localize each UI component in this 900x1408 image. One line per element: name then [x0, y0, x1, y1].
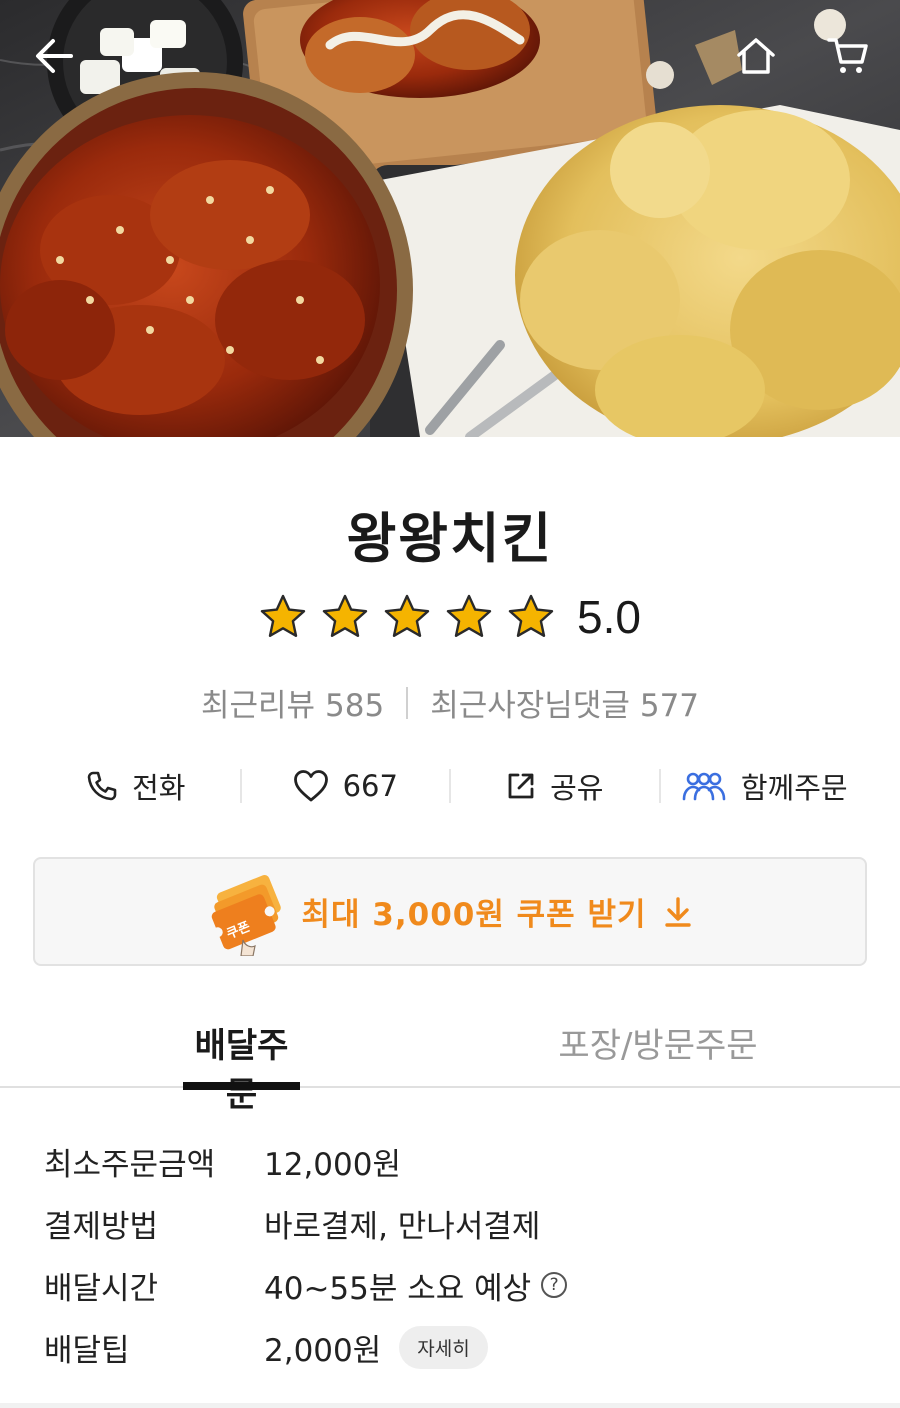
star-icon — [508, 594, 554, 637]
star-icon — [384, 594, 430, 637]
share-button[interactable]: 공유 — [451, 765, 659, 807]
store-name: 왕왕치킨 — [346, 507, 554, 570]
delivery-time-value: 40~55분 소요 예상 — [264, 1270, 532, 1307]
coupon-label: 최대 3,000원 쿠폰 받기 — [301, 897, 647, 933]
coupon-tickets-icon: 쿠폰 — [212, 874, 282, 956]
recent-reviews-link[interactable]: 최근리뷰 585 — [201, 680, 384, 725]
phone-icon — [87, 771, 117, 801]
download-arrow-icon — [664, 896, 691, 927]
arrow-left-icon — [36, 39, 73, 73]
section-divider — [0, 1403, 900, 1408]
recent-reviews-count: 585 — [325, 688, 385, 724]
home-button[interactable] — [726, 26, 786, 86]
delivery-time-label: 배달시간 — [44, 1270, 159, 1307]
rating-row: 5.0 — [0, 590, 900, 644]
star-icon — [322, 594, 368, 637]
question-circle-icon[interactable]: ? — [541, 1272, 568, 1298]
coupon-banner-button[interactable]: 쿠폰 최대 3,000원 쿠폰 받기 — [33, 857, 867, 966]
delivery-time-row: 배달시간 40~55분 소요 예상 ? — [44, 1254, 864, 1316]
min-order-label: 최소주문금액 — [44, 1146, 216, 1183]
tab-pickup-label: 포장/방문주문 — [558, 1026, 758, 1066]
delivery-tip-label: 배달팁 — [44, 1332, 130, 1369]
store-actions: 전화 667 공유 함께주문 — [32, 756, 868, 816]
cart-icon — [827, 38, 868, 73]
owner-replies-link[interactable]: 최근사장님댓글 577 — [430, 680, 699, 725]
heart-icon — [293, 770, 328, 802]
payment-row: 결제방법 바로결제, 만나서결제 — [44, 1192, 864, 1254]
tab-pickup[interactable]: 포장/방문주문 — [558, 1018, 758, 1088]
tab-delivery[interactable]: 배달주문 — [183, 1018, 300, 1115]
delivery-time-value-wrap: 40~55분 소요 예상 ? — [264, 1263, 568, 1308]
active-tab-indicator — [183, 1082, 300, 1090]
min-order-value: 12,000원 — [264, 1146, 401, 1183]
share-icon — [508, 773, 534, 799]
rating-score: 5.0 — [577, 591, 641, 643]
back-button[interactable] — [24, 26, 84, 86]
divider — [406, 686, 409, 719]
delivery-tip-value: 2,000원 — [264, 1332, 382, 1369]
recent-reviews-label: 최근리뷰 — [200, 688, 316, 724]
order-type-tabs: 배달주문 포장/방문주문 — [0, 1010, 900, 1115]
call-label: 전화 — [132, 771, 186, 805]
tab-delivery-label: 배달주문 — [194, 1026, 289, 1115]
star-icon — [446, 594, 492, 637]
star-icon — [260, 594, 306, 637]
owner-replies-label: 최근사장님댓글 — [430, 688, 630, 724]
group-order-button[interactable]: 함께주문 — [661, 765, 869, 807]
share-label: 공유 — [550, 771, 604, 805]
min-order-row: 최소주문금액 12,000원 — [44, 1130, 864, 1192]
star-rating — [259, 593, 555, 641]
delivery-tip-row: 배달팁 2,000원 자세히 — [44, 1316, 864, 1378]
delivery-tip-detail-button[interactable]: 자세히 — [399, 1325, 488, 1369]
group-order-label: 함께주문 — [740, 771, 848, 805]
like-count: 667 — [342, 769, 398, 803]
like-button[interactable]: 667 — [242, 769, 450, 803]
call-button[interactable]: 전화 — [32, 765, 240, 807]
payment-label: 결제방법 — [44, 1208, 159, 1245]
store-hero-image — [0, 0, 900, 437]
payment-value: 바로결제, 만나서결제 — [264, 1208, 541, 1245]
delivery-info: 최소주문금액 12,000원 결제방법 바로결제, 만나서결제 배달시간 40~… — [44, 1130, 864, 1378]
home-icon — [737, 38, 775, 74]
review-summary: 최근리뷰 585 최근사장님댓글 577 — [0, 680, 900, 725]
people-icon — [682, 772, 726, 801]
owner-replies-count: 577 — [639, 688, 700, 724]
delivery-tip-value-wrap: 2,000원 자세히 — [264, 1325, 488, 1370]
cart-button[interactable] — [818, 26, 878, 86]
